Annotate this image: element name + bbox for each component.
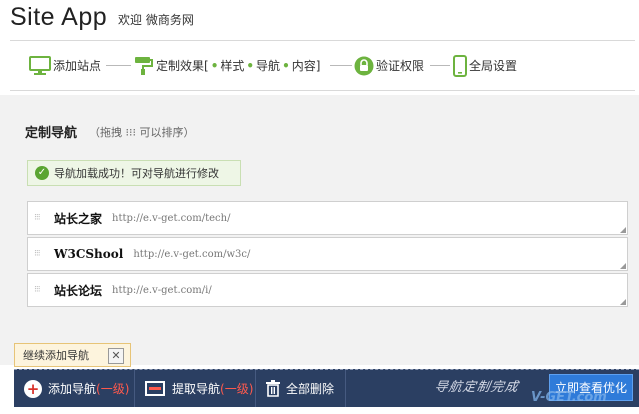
step-verify[interactable]: 验证权限 [354,41,424,90]
resize-handle-icon[interactable] [620,263,626,269]
delete-all-button[interactable]: 全部删除 [266,370,334,407]
step-verify-label: 验证权限 [376,59,425,73]
app-header: Site App 欢迎 微商务网 [0,0,639,40]
close-icon[interactable]: ✕ [108,348,124,364]
trash-icon [266,380,280,397]
done-note: 导航定制完成 [433,380,520,395]
nav-item-url[interactable]: http://e.v-get.com/i/ [112,285,212,296]
toolbar-divider [134,370,135,407]
watermark: V-GET.com [531,390,607,405]
app-title: Site App [10,3,108,31]
nav-item-name[interactable]: 站长论坛 [54,282,102,299]
section-hint: （拖拽 ⁝⁝⁝ 可以排序） [89,126,195,139]
drag-handle-icon[interactable]: ⁝⁝⁝ [34,213,44,223]
nav-list: ⁝⁝⁝ 站长之家 http://e.v-get.com/tech/ ⁝⁝⁝ W3… [27,201,628,309]
nav-item-name[interactable]: 站长之家 [54,210,102,227]
delete-all-label: 全部删除 [286,382,335,396]
toolbar-divider [345,370,346,407]
resize-handle-icon[interactable] [620,299,626,305]
extract-nav-label: 提取导航 [172,382,221,396]
nav-item[interactable]: ⁝⁝⁝ W3CShool http://e.v-get.com/w3c/ [27,237,628,271]
step-global-settings[interactable]: 全局设置 [453,41,517,90]
check-circle-icon: ✓ [35,166,49,180]
paint-roller-icon [135,56,153,75]
step-custom-effect-label: 定制效果[• 样式 • 导航 • 内容] [156,59,321,73]
nav-item-name[interactable]: W3CShool [54,247,123,261]
add-nav-button[interactable]: + 添加导航 (一级) [24,370,129,407]
success-notice: ✓ 导航加载成功！可对导航进行修改 [27,160,241,186]
resize-handle-icon[interactable] [620,227,626,233]
nav-item[interactable]: ⁝⁝⁝ 站长之家 http://e.v-get.com/tech/ [27,201,628,235]
notice-text: 导航加载成功！可对导航进行修改 [54,167,219,180]
step-connector [106,65,131,66]
nav-item[interactable]: ⁝⁝⁝ 站长论坛 http://e.v-get.com/i/ [27,273,628,307]
step-global-settings-label: 全局设置 [469,59,518,73]
nav-item-url[interactable]: http://e.v-get.com/tech/ [112,213,230,224]
continue-add-nav-button[interactable]: 继续添加导航 ✕ [14,343,131,367]
toolbar-divider [255,370,256,407]
nav-item-url[interactable]: http://e.v-get.com/w3c/ [133,249,250,260]
lock-icon [354,56,374,75]
extract-icon [145,381,165,396]
continue-add-nav-label: 继续添加导航 [23,349,89,362]
step-bar: 添加站点 定制效果[• 样式 • 导航 • 内容] 验证权限 全局设置 [10,40,635,91]
content-panel: 定制导航 （拖拽 ⁝⁝⁝ 可以排序） ✓ 导航加载成功！可对导航进行修改 ⁝⁝⁝… [0,95,639,365]
phone-icon [453,54,467,77]
extract-nav-button[interactable]: 提取导航 (一级) [145,370,253,407]
add-nav-level: (一级) [96,382,130,396]
extract-nav-level: (一级) [220,382,254,396]
step-add-site[interactable]: 添加站点 [29,41,101,90]
add-nav-label: 添加导航 [48,382,97,396]
step-add-site-label: 添加站点 [53,59,102,73]
section-title: 定制导航 [25,126,78,141]
step-custom-effect[interactable]: 定制效果[• 样式 • 导航 • 内容] [134,41,320,90]
step-connector [330,65,352,66]
monitor-icon [29,55,51,75]
drag-handle-icon[interactable]: ⁝⁝⁝ [34,249,44,259]
welcome-text: 欢迎 微商务网 [118,13,194,27]
step-connector [430,65,450,66]
plus-circle-icon: + [24,379,42,398]
drag-handle-icon[interactable]: ⁝⁝⁝ [34,285,44,295]
